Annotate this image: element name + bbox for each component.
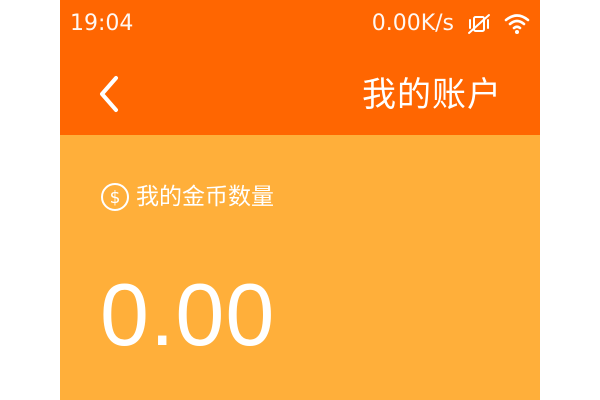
status-time: 19:04 <box>70 11 134 36</box>
dollar-coin-icon: $ <box>100 182 130 212</box>
page-title: 我的账户 <box>362 75 502 115</box>
wifi-icon <box>504 12 530 36</box>
coin-count-label: 我的金币数量 <box>136 184 274 210</box>
svg-text:$: $ <box>110 188 121 208</box>
chevron-left-icon <box>100 76 118 112</box>
title-bar: 我的账户 <box>60 60 540 130</box>
status-bar: 19:04 0.00K/s <box>60 0 540 52</box>
balance-card: $ 我的金币数量 0.00 <box>60 135 540 400</box>
coin-amount: 0.00 <box>100 265 276 364</box>
status-indicators: 0.00K/s <box>372 10 530 38</box>
phone-screen: 19:04 0.00K/s 我的账户 $ 我的金币数量 0.00 <box>60 0 540 400</box>
coin-label-row: $ 我的金币数量 <box>100 181 274 213</box>
network-speed: 0.00K/s <box>371 11 454 36</box>
back-button[interactable] <box>90 72 130 116</box>
vibrate-off-icon <box>466 12 492 36</box>
top-bar: 19:04 0.00K/s 我的账户 <box>60 0 540 135</box>
